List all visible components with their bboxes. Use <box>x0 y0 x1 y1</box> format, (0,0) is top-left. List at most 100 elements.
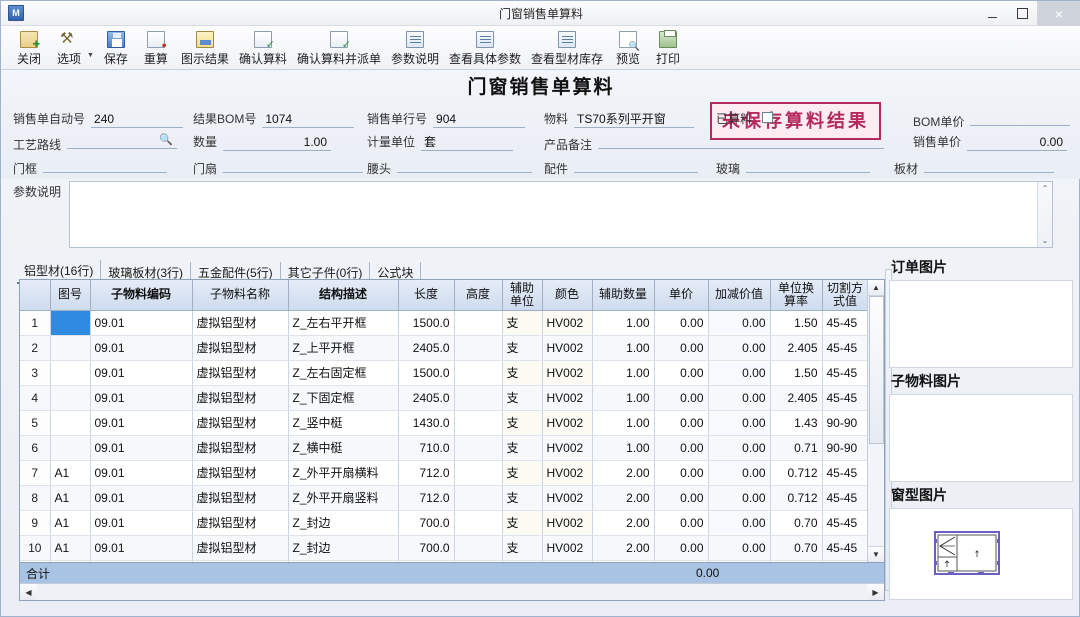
cell-cut_value[interactable]: 45-45 <box>822 460 867 485</box>
cell-sub_code[interactable]: 09.01 <box>90 385 192 410</box>
toolbar-button-print[interactable]: 打印 <box>648 28 688 68</box>
cell-adjust_value[interactable]: 0.00 <box>708 485 770 510</box>
cell-rownum[interactable]: 8 <box>20 485 50 510</box>
cell-cut_value[interactable]: 45-45 <box>822 385 867 410</box>
hscroll-track[interactable] <box>37 584 867 600</box>
cell-drawing_no[interactable] <box>50 310 90 335</box>
col-sub-code[interactable]: 子物料编码 <box>90 280 192 310</box>
cell-sub_code[interactable]: 09.01 <box>90 335 192 360</box>
col-adjust-value[interactable]: 加减价值 <box>708 280 770 310</box>
table-row[interactable]: 109.01虚拟铝型材Z_左右平开框1500.0支HV0021.000.000.… <box>20 310 867 335</box>
table-row[interactable]: 7A109.01虚拟铝型材Z_外平开扇横料712.0支HV0022.000.00… <box>20 460 867 485</box>
cell-adjust_value[interactable]: 0.00 <box>708 435 770 460</box>
table-row[interactable]: 209.01虚拟铝型材Z_上平开框2405.0支HV0021.000.000.0… <box>20 335 867 360</box>
close-button[interactable]: × <box>1037 1 1080 26</box>
cell-height[interactable] <box>454 510 502 535</box>
cell-structure[interactable]: Z_外平开扇竖料 <box>288 485 398 510</box>
cell-drawing_no[interactable]: A1 <box>50 535 90 560</box>
cell-sub_name[interactable]: 虚拟铝型材 <box>192 535 288 560</box>
cell-length[interactable]: 712.0 <box>398 485 454 510</box>
cell-price[interactable]: 0.00 <box>654 410 708 435</box>
cell-structure[interactable]: Z_横中梃 <box>288 435 398 460</box>
cell-rownum[interactable]: 7 <box>20 460 50 485</box>
cell-price[interactable]: 0.00 <box>654 485 708 510</box>
unit-input[interactable]: 套 <box>421 135 513 151</box>
params-note-text[interactable] <box>70 182 1037 247</box>
cell-sub_code[interactable]: 09.01 <box>90 310 192 335</box>
table-row[interactable]: 609.01虚拟铝型材Z_横中梃710.0支HV0021.000.000.000… <box>20 435 867 460</box>
cell-unit_conv[interactable]: 2.405 <box>770 385 822 410</box>
scroll-down-icon[interactable]: ▼ <box>868 546 885 562</box>
cell-price[interactable]: 0.00 <box>654 460 708 485</box>
scroll-left-icon[interactable]: ◀ <box>20 584 37 600</box>
cell-sub_code[interactable]: 09.01 <box>90 435 192 460</box>
cell-aux_unit[interactable]: 支 <box>502 385 542 410</box>
cell-structure[interactable]: Z_竖中梃 <box>288 410 398 435</box>
cell-sub_name[interactable]: 虚拟铝型材 <box>192 435 288 460</box>
cell-color[interactable]: HV002 <box>542 510 592 535</box>
cell-sub_name[interactable]: 虚拟铝型材 <box>192 510 288 535</box>
cell-adjust_value[interactable]: 0.00 <box>708 510 770 535</box>
cell-adjust_value[interactable]: 0.00 <box>708 310 770 335</box>
scroll-up-icon[interactable]: ▲ <box>868 280 885 296</box>
cell-aux_unit[interactable]: 支 <box>502 310 542 335</box>
cell-structure[interactable]: Z_封边 <box>288 510 398 535</box>
cell-price[interactable]: 0.00 <box>654 510 708 535</box>
cell-drawing_no[interactable]: A1 <box>50 460 90 485</box>
col-sub-name[interactable]: 子物料名称 <box>192 280 288 310</box>
cell-adjust_value[interactable]: 0.00 <box>708 535 770 560</box>
cell-cut_value[interactable]: 45-45 <box>822 360 867 385</box>
cell-length[interactable]: 1500.0 <box>398 360 454 385</box>
cell-cut_value[interactable]: 45-45 <box>822 535 867 560</box>
cell-height[interactable] <box>454 435 502 460</box>
cell-height[interactable] <box>454 535 502 560</box>
cell-unit_conv[interactable]: 0.712 <box>770 485 822 510</box>
table-row[interactable]: 409.01虚拟铝型材Z_下固定框2405.0支HV0021.000.000.0… <box>20 385 867 410</box>
cell-rownum[interactable]: 9 <box>20 510 50 535</box>
cell-price[interactable]: 0.00 <box>654 335 708 360</box>
route-input[interactable]: 🔍 <box>67 133 177 149</box>
cell-structure[interactable]: Z_左右平开框 <box>288 310 398 335</box>
cell-length[interactable]: 700.0 <box>398 535 454 560</box>
material-input[interactable]: TS70系列平开窗 <box>574 112 694 128</box>
cell-aux_qty[interactable]: 2.00 <box>592 485 654 510</box>
cell-adjust_value[interactable]: 0.00 <box>708 360 770 385</box>
cell-cut_value[interactable]: 90-90 <box>822 410 867 435</box>
toolbar-button-recalculate[interactable]: 重算 <box>136 28 176 68</box>
toolbar-button-view-stock[interactable]: 查看型材库存 <box>526 28 608 68</box>
table-row[interactable]: 9A109.01虚拟铝型材Z_封边700.0支HV0022.000.000.00… <box>20 510 867 535</box>
cell-rownum[interactable]: 2 <box>20 335 50 360</box>
qty-input[interactable]: 1.00 <box>223 135 331 151</box>
cell-length[interactable]: 700.0 <box>398 510 454 535</box>
cell-unit_conv[interactable]: 0.712 <box>770 460 822 485</box>
cell-height[interactable] <box>454 460 502 485</box>
cell-height[interactable] <box>454 360 502 385</box>
auto-no-input[interactable]: 240 <box>91 112 183 128</box>
cell-color[interactable]: HV002 <box>542 360 592 385</box>
cell-height[interactable] <box>454 335 502 360</box>
cell-adjust_value[interactable]: 0.00 <box>708 410 770 435</box>
board-input[interactable] <box>924 157 1054 173</box>
col-drawing-no[interactable]: 图号 <box>50 280 90 310</box>
cell-color[interactable]: HV002 <box>542 310 592 335</box>
cell-length[interactable]: 710.0 <box>398 435 454 460</box>
col-aux-qty[interactable]: 辅助数量 <box>592 280 654 310</box>
cell-adjust_value[interactable]: 0.00 <box>708 335 770 360</box>
cell-drawing_no[interactable]: A1 <box>50 510 90 535</box>
cell-price[interactable]: 0.00 <box>654 360 708 385</box>
cell-aux_unit[interactable]: 支 <box>502 335 542 360</box>
cell-aux_qty[interactable]: 1.00 <box>592 410 654 435</box>
cell-sub_code[interactable]: 09.01 <box>90 485 192 510</box>
toolbar-button-view-params[interactable]: 查看具体参数 <box>444 28 526 68</box>
cell-price[interactable]: 0.00 <box>654 385 708 410</box>
cell-sub_name[interactable]: 虚拟铝型材 <box>192 385 288 410</box>
cell-height[interactable] <box>454 385 502 410</box>
cell-price[interactable]: 0.00 <box>654 535 708 560</box>
cell-sub_name[interactable]: 虚拟铝型材 <box>192 460 288 485</box>
cell-sub_name[interactable]: 虚拟铝型材 <box>192 360 288 385</box>
cell-rownum[interactable]: 1 <box>20 310 50 335</box>
cell-aux_qty[interactable]: 1.00 <box>592 335 654 360</box>
cell-color[interactable]: HV002 <box>542 335 592 360</box>
cell-aux_unit[interactable]: 支 <box>502 410 542 435</box>
toolbar-button-preview[interactable]: 预览 <box>608 28 648 68</box>
